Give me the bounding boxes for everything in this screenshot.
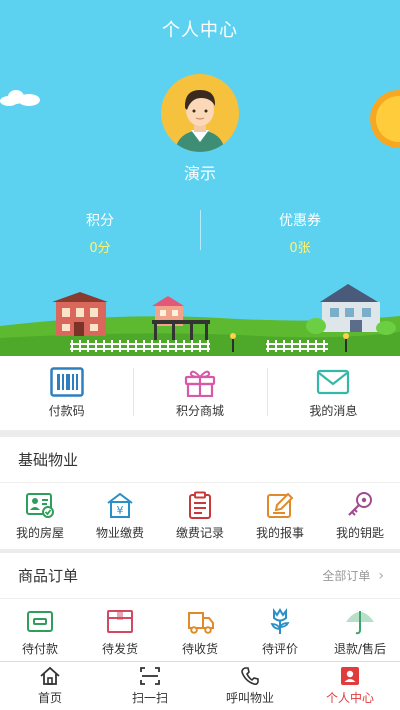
tab-profile[interactable]: 个人中心 — [300, 662, 400, 710]
page-title: 个人中心 — [162, 20, 238, 41]
points-value: 0分 — [89, 241, 111, 256]
bottom-tab-bar: 首页 扫一扫 呼叫物业 个人中心 — [0, 661, 400, 710]
truck-icon — [188, 612, 214, 634]
points-mall-button[interactable]: 积分商城 — [133, 356, 266, 430]
orders-header: 商品订单 全部订单 › — [0, 553, 400, 599]
tab-call-property-label: 呼叫物业 — [225, 691, 274, 705]
quick-actions: 付款码 积分商城 我的消息 — [0, 356, 400, 430]
coupon-value: 0张 — [289, 241, 311, 256]
coupon-label: 优惠券 — [279, 213, 321, 229]
home-icon — [40, 666, 60, 685]
pending-payment-label: 待付款 — [21, 642, 58, 656]
basic-property-section: 基础物业 我的房屋 ¥ 物业缴费 缴费记录 我的报事 我的钥匙 — [0, 437, 400, 549]
chevron-right-icon: › — [378, 567, 384, 584]
pending-receipt-button[interactable]: 待收货 — [160, 599, 240, 665]
basic-property-header: 基础物业 — [0, 437, 400, 483]
points-label: 积分 — [86, 213, 114, 229]
my-keys-label: 我的钥匙 — [335, 526, 384, 540]
avatar[interactable] — [161, 74, 239, 152]
fee-payment-icon: ¥ — [107, 492, 133, 518]
section-title: 基础物业 — [18, 451, 79, 469]
section-title: 商品订单 — [18, 567, 79, 585]
all-orders-label: 全部订单 — [322, 569, 371, 583]
my-reports-label: 我的报事 — [255, 526, 304, 540]
neighborhood-illustration — [0, 284, 400, 356]
refund-aftersale-label: 退款/售后 — [333, 642, 387, 656]
orders-grid: 待付款 待发货 待收货 待评价 退款/售后 — [0, 599, 400, 665]
phone-icon — [241, 667, 259, 686]
edit-report-icon — [267, 492, 294, 518]
pending-shipment-label: 待发货 — [101, 642, 138, 656]
tab-call-property[interactable]: 呼叫物业 — [200, 662, 300, 710]
house-card-icon — [26, 493, 54, 518]
payment-code-label: 付款码 — [48, 404, 85, 418]
my-reports-button[interactable]: 我的报事 — [240, 483, 320, 549]
my-house-button[interactable]: 我的房屋 — [0, 483, 80, 549]
wallet-icon — [27, 611, 53, 632]
mail-icon — [317, 369, 350, 395]
tab-home[interactable]: 首页 — [0, 662, 100, 710]
payment-records-button[interactable]: 缴费记录 — [160, 483, 240, 549]
tab-scan-label: 扫一扫 — [131, 691, 168, 705]
orders-section: 商品订单 全部订单 › 待付款 待发货 待收货 待评价 退款/售后 — [0, 553, 400, 665]
umbrella-icon — [345, 611, 375, 635]
points-mall-label: 积分商城 — [175, 404, 224, 418]
my-messages-button[interactable]: 我的消息 — [266, 356, 400, 430]
key-icon — [348, 492, 372, 516]
gift-icon — [184, 370, 216, 397]
tab-profile-label: 个人中心 — [325, 691, 374, 705]
pending-receipt-label: 待收货 — [181, 642, 218, 656]
tab-home-label: 首页 — [37, 691, 62, 705]
property-fee-button[interactable]: ¥ 物业缴费 — [80, 483, 160, 549]
points-stat[interactable]: 积分 0分 — [0, 210, 200, 256]
pending-review-label: 待评价 — [261, 642, 298, 656]
my-house-label: 我的房屋 — [15, 526, 64, 540]
flower-icon — [270, 608, 290, 634]
clipboard-icon — [189, 491, 211, 519]
my-keys-button[interactable]: 我的钥匙 — [320, 483, 400, 549]
package-icon — [107, 610, 133, 633]
property-fee-label: 物业缴费 — [95, 526, 144, 540]
payment-records-label: 缴费记录 — [175, 526, 224, 540]
user-avatar-icon — [175, 90, 225, 152]
coupon-stat[interactable]: 优惠券 0张 — [200, 210, 400, 256]
payment-code-button[interactable]: 付款码 — [0, 356, 133, 430]
cloud-decoration — [0, 90, 40, 106]
scan-icon — [140, 667, 160, 685]
profile-header: 个人中心 演示 积分 0分 优惠券 0张 — [0, 0, 400, 356]
basic-property-grid: 我的房屋 ¥ 物业缴费 缴费记录 我的报事 我的钥匙 — [0, 483, 400, 549]
username[interactable]: 演示 — [0, 160, 400, 184]
pending-review-button[interactable]: 待评价 — [240, 599, 320, 665]
sun-decoration — [376, 96, 400, 142]
person-icon — [341, 667, 359, 685]
all-orders-link[interactable]: 全部订单 › — [322, 567, 384, 584]
refund-aftersale-button[interactable]: 退款/售后 — [320, 599, 400, 665]
pending-payment-button[interactable]: 待付款 — [0, 599, 80, 665]
tab-scan[interactable]: 扫一扫 — [100, 662, 200, 710]
svg-text:¥: ¥ — [117, 504, 124, 517]
barcode-icon — [49, 367, 84, 397]
my-messages-label: 我的消息 — [309, 404, 358, 418]
pending-shipment-button[interactable]: 待发货 — [80, 599, 160, 665]
